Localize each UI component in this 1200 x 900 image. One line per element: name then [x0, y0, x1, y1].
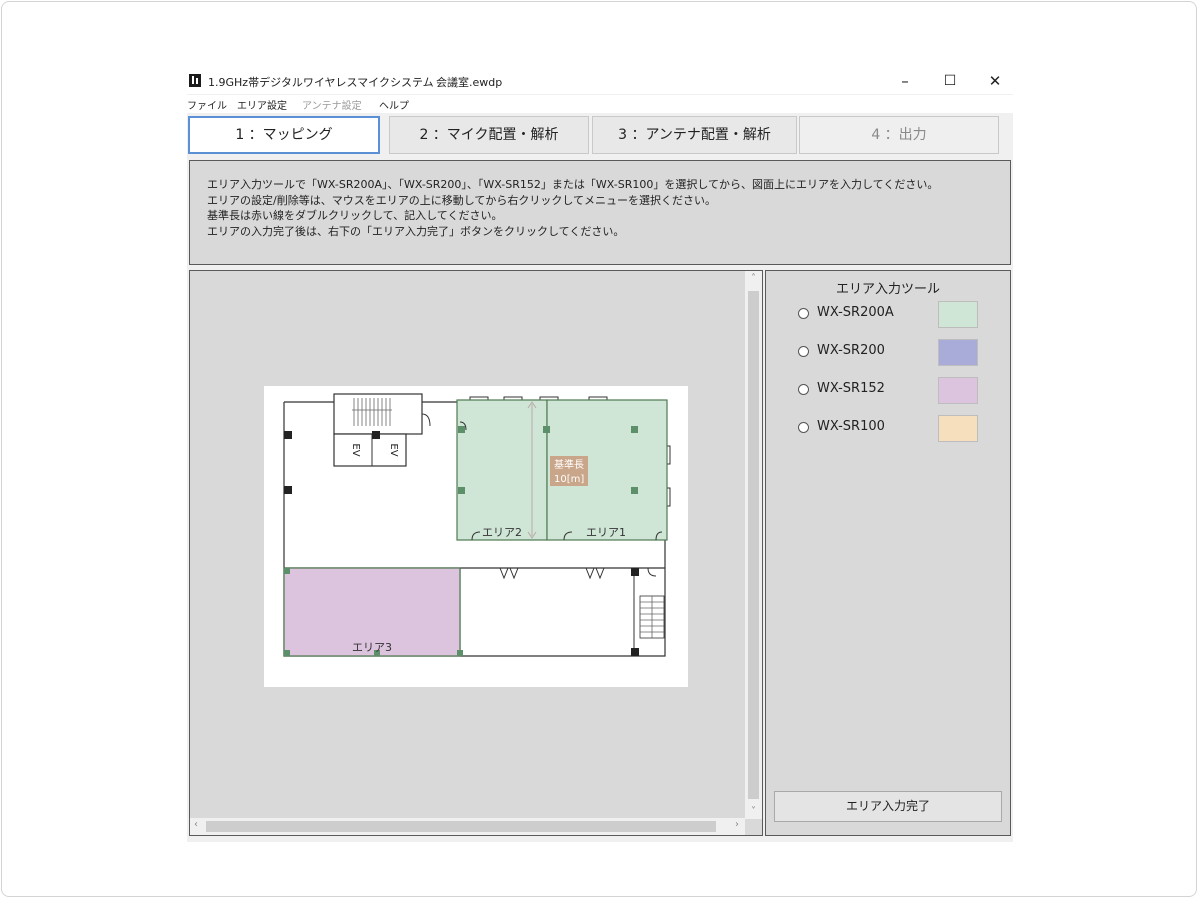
reference-length-value: 10[m]: [554, 474, 584, 485]
tab-mic-placement[interactable]: 2 ：マイク配置・解析: [389, 116, 589, 154]
vertical-scroll-thumb[interactable]: [748, 291, 759, 799]
area-2-label: エリア2: [482, 526, 522, 539]
tab-output[interactable]: 4 ：出力: [799, 116, 999, 154]
vertical-scrollbar[interactable]: ˄ ˅: [745, 271, 762, 819]
tab-mapping[interactable]: 1 ：マッピング: [188, 116, 380, 154]
menu-area-settings[interactable]: エリア設定: [237, 97, 287, 112]
scroll-up-icon[interactable]: ˄: [745, 273, 762, 284]
tool-option-wx-sr200[interactable]: WX-SR200: [798, 339, 988, 367]
maximize-button[interactable]: ☐: [932, 70, 968, 92]
tool-option-label: WX-SR152: [817, 381, 885, 396]
area-2[interactable]: [456, 399, 548, 541]
instruction-line: エリア入力ツールで「WX-SR200A」、「WX-SR200」、「WX-SR15…: [207, 178, 939, 191]
menu-antenna-settings[interactable]: アンテナ設定: [302, 97, 362, 112]
radio-button[interactable]: [798, 422, 809, 433]
app-icon: [189, 74, 201, 87]
instruction-line: エリアの入力完了後は、右下の「エリア入力完了」ボタンをクリックしてください。: [207, 224, 625, 238]
instructions-box: エリア入力ツールで「WX-SR200A」、「WX-SR200」、「WX-SR15…: [189, 160, 1011, 265]
tool-option-label: WX-SR200: [817, 343, 885, 358]
scroll-down-icon[interactable]: ˅: [745, 806, 762, 817]
instruction-line: 基準長は赤い線をダブルクリックして、記入してください。: [207, 209, 503, 222]
area-input-tool-panel: エリア入力ツール WX-SR200A WX-SR200 WX-SR152 WX-…: [765, 270, 1011, 836]
radio-button[interactable]: [798, 308, 809, 319]
area-1-label: エリア1: [586, 526, 626, 539]
menu-help[interactable]: ヘルプ: [379, 97, 409, 112]
tool-option-label: WX-SR100: [817, 419, 885, 434]
color-swatch: [938, 377, 978, 404]
color-swatch: [938, 339, 978, 366]
menu-file[interactable]: ファイル: [187, 97, 227, 112]
instruction-line: エリアの設定/削除等は、マウスをエリアの上に移動してから右クリックしてメニューを…: [207, 193, 717, 207]
map-canvas[interactable]: EV EV 基準長 10[m] エリア2 エリア1 エリア3 ˄ ˅ ‹ ›: [189, 270, 763, 836]
horizontal-scrollbar[interactable]: ‹ ›: [190, 818, 745, 835]
scroll-left-icon[interactable]: ‹: [194, 819, 198, 830]
tool-option-wx-sr152[interactable]: WX-SR152: [798, 377, 988, 405]
scroll-right-icon[interactable]: ›: [735, 819, 739, 830]
area-3-label: エリア3: [352, 641, 392, 654]
radio-button[interactable]: [798, 346, 809, 357]
horizontal-scroll-thumb[interactable]: [206, 821, 716, 832]
minimize-button[interactable]: –: [887, 70, 923, 92]
file-name: 会議室.ewdp: [436, 76, 503, 89]
tool-panel-title: エリア入力ツール: [835, 282, 940, 297]
color-swatch: [938, 415, 978, 442]
app-title: 1.9GHz帯デジタルワイヤレスマイクシステム: [208, 76, 434, 89]
reference-length-title: 基準長: [554, 458, 584, 471]
tool-option-label: WX-SR200A: [817, 305, 894, 320]
app-window: 1.9GHz帯デジタルワイヤレスマイクシステム 会議室.ewdp – ☐ ✕ フ…: [187, 68, 1013, 842]
menu-bar: ファイル エリア設定 アンテナ設定 ヘルプ: [187, 95, 1013, 113]
close-button[interactable]: ✕: [977, 70, 1013, 92]
radio-button[interactable]: [798, 384, 809, 395]
elevator-label: EV: [388, 443, 399, 456]
tool-option-wx-sr100[interactable]: WX-SR100: [798, 415, 988, 443]
floor-plan[interactable]: EV EV 基準長 10[m] エリア2 エリア1 エリア3: [264, 386, 688, 687]
elevator-label: EV: [350, 443, 361, 456]
title-bar: 1.9GHz帯デジタルワイヤレスマイクシステム 会議室.ewdp – ☐ ✕: [187, 68, 1013, 94]
color-swatch: [938, 301, 978, 328]
area-input-complete-button[interactable]: エリア入力完了: [774, 791, 1002, 822]
tool-option-wx-sr200a[interactable]: WX-SR200A: [798, 301, 988, 329]
tab-antenna-placement[interactable]: 3 ：アンテナ配置・解析: [592, 116, 797, 154]
